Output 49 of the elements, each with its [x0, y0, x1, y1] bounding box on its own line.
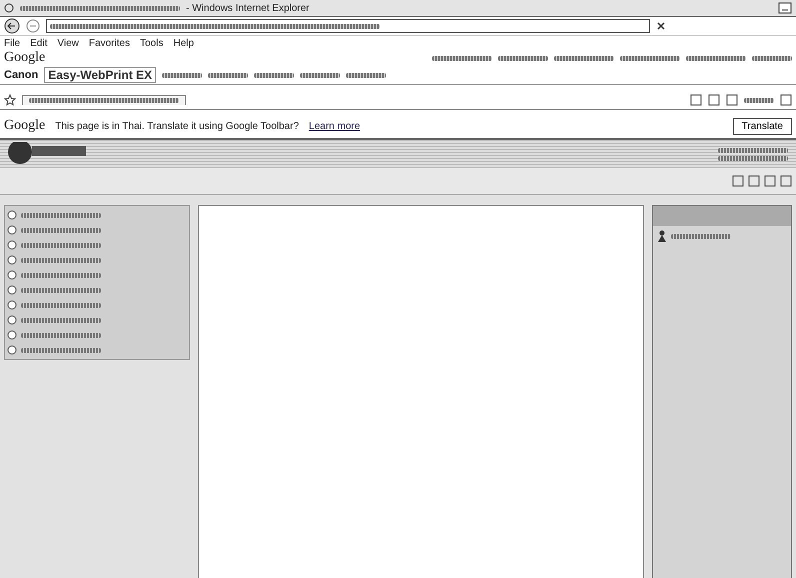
- minimize-icon[interactable]: [778, 2, 792, 14]
- illegible-text: [620, 56, 680, 60]
- translate-message: This page is in Thai. Translate it using Google Toolbar?: [55, 120, 299, 132]
- illegible-text: [554, 56, 614, 60]
- illegible-text: [718, 148, 788, 152]
- illegible-text: [498, 56, 548, 60]
- illegible-text: [300, 72, 340, 78]
- bullet-icon: [7, 285, 17, 295]
- browser-icon: [4, 3, 14, 13]
- illegible-text: [671, 234, 731, 238]
- menu-item[interactable]: File: [4, 38, 20, 48]
- webprint-menu[interactable]: Easy-WebPrint EX: [44, 67, 156, 83]
- bullet-icon: [7, 300, 17, 310]
- illegible-text: [208, 72, 248, 78]
- illegible-text: [162, 72, 202, 78]
- learn-more-link[interactable]: Learn more: [308, 120, 360, 132]
- browser-tab[interactable]: [22, 95, 186, 105]
- illegible-text: [346, 72, 386, 78]
- illegible-text: [686, 56, 746, 60]
- bullet-icon: [7, 240, 17, 250]
- person-icon: [657, 230, 667, 242]
- illegible-text: [718, 156, 788, 160]
- bullet-icon: [7, 315, 17, 325]
- brand-label: Canon: [4, 69, 38, 81]
- menu-item[interactable]: Favorites: [88, 38, 130, 48]
- bullet-icon: [7, 270, 17, 280]
- bullet-icon: [7, 255, 17, 265]
- menu-item[interactable]: Help: [173, 38, 194, 48]
- menu-item[interactable]: Tools: [140, 38, 164, 48]
- menu-item[interactable]: View: [57, 38, 79, 48]
- star-icon[interactable]: [4, 94, 16, 106]
- bullet-icon: [7, 210, 17, 220]
- illegible-text: [752, 56, 792, 60]
- bullet-icon: [7, 225, 17, 235]
- illegible-text: [744, 98, 774, 102]
- window-title: - Windows Internet Explorer: [186, 2, 310, 14]
- google-logo: Google: [4, 118, 46, 134]
- bullet-icon: [7, 330, 17, 340]
- back-icon[interactable]: [4, 18, 20, 34]
- illegible-text: [432, 56, 492, 60]
- menu-item[interactable]: Edit: [30, 38, 48, 48]
- bullet-icon: [7, 345, 17, 355]
- forward-icon[interactable]: [26, 19, 40, 33]
- address-field[interactable]: [46, 19, 650, 33]
- logo-icon: [8, 142, 88, 166]
- google-logo: Google: [4, 50, 46, 66]
- close-icon[interactable]: [656, 21, 666, 31]
- translate-button[interactable]: Translate: [732, 118, 792, 134]
- illegible-text: [254, 72, 294, 78]
